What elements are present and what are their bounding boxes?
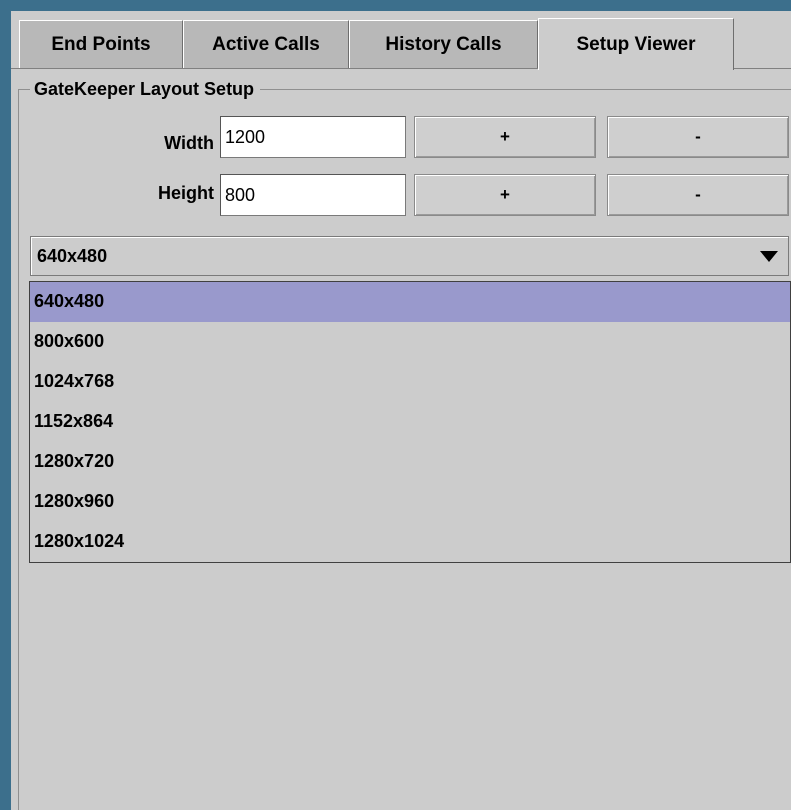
width-increment-button[interactable]: + (414, 116, 596, 158)
resolution-combobox[interactable]: 640x480 (30, 236, 789, 276)
resolution-option[interactable]: 1024x768 (30, 362, 790, 402)
window-frame-top (0, 0, 791, 11)
resolution-dropdown-list: 640x480 800x600 1024x768 1152x864 1280x7… (29, 281, 791, 563)
resolution-option[interactable]: 1152x864 (30, 402, 790, 442)
height-decrement-button[interactable]: - (607, 174, 789, 216)
dropdown-arrow-icon[interactable] (760, 251, 778, 262)
height-label: Height (158, 183, 214, 203)
window-frame-left (0, 0, 11, 810)
resolution-option[interactable]: 640x480 (30, 282, 790, 322)
group-title: GateKeeper Layout Setup (30, 78, 261, 100)
tab-setup-viewer[interactable]: Setup Viewer (538, 18, 734, 70)
resolution-option[interactable]: 1280x720 (30, 442, 790, 482)
height-input[interactable]: 800 (220, 174, 406, 216)
resolution-option[interactable]: 800x600 (30, 322, 790, 362)
tab-active-calls[interactable]: Active Calls (183, 20, 349, 68)
width-label: Width (164, 133, 214, 153)
resolution-option[interactable]: 1280x1024 (30, 522, 790, 562)
width-input[interactable]: 1200 (220, 116, 406, 158)
tab-end-points[interactable]: End Points (19, 20, 183, 68)
height-increment-button[interactable]: + (414, 174, 596, 216)
combo-selected-value: 640x480 (37, 246, 108, 266)
width-decrement-button[interactable]: - (607, 116, 789, 158)
tab-history-calls[interactable]: History Calls (349, 20, 538, 68)
resolution-option[interactable]: 1280x960 (30, 482, 790, 522)
